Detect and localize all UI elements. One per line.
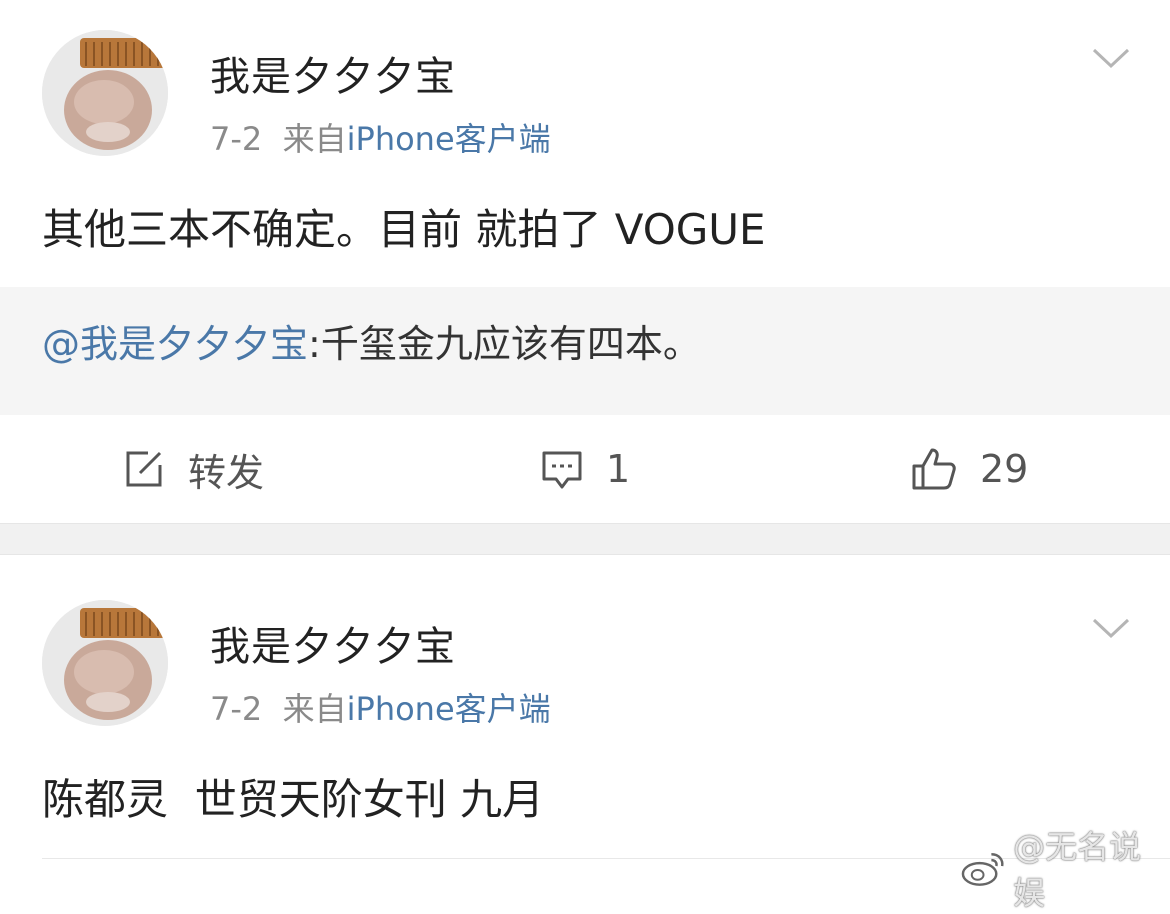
post-separator <box>0 523 1170 555</box>
post-meta: 7-2 来自iPhone客户端 <box>210 684 551 730</box>
comment-icon <box>542 451 582 489</box>
mention-link[interactable]: @我是夕夕夕宝 <box>42 322 308 366</box>
like-button[interactable]: 29 <box>910 445 1028 493</box>
post-text: 陈都灵 世贸天阶女刊 九月 <box>42 775 545 824</box>
action-bar: 转发 1 29 <box>0 415 1170 523</box>
username[interactable]: 我是夕夕夕宝 <box>210 614 456 672</box>
comment-count: 1 <box>606 447 631 491</box>
repost-body: :千玺金九应该有四本。 <box>308 322 701 366</box>
repost-icon <box>126 451 162 487</box>
post-date: 7-2 <box>210 120 263 158</box>
username[interactable]: 我是夕夕夕宝 <box>210 44 456 102</box>
watermark: @无名说娱 <box>960 822 1170 914</box>
post-source[interactable]: iPhone客户端 <box>347 690 551 728</box>
post-source[interactable]: iPhone客户端 <box>347 120 551 158</box>
post-date: 7-2 <box>210 690 263 728</box>
chevron-down-icon[interactable] <box>1090 46 1132 70</box>
chevron-down-icon[interactable] <box>1090 616 1132 640</box>
repost-label: 转发 <box>188 450 265 495</box>
repost-text: @我是夕夕夕宝:千玺金九应该有四本。 <box>42 313 701 368</box>
post-text: 其他三本不确定。目前 就拍了 VOGUE <box>42 205 766 254</box>
thumbs-up-icon <box>912 448 956 490</box>
weibo-logo-icon <box>961 853 1004 886</box>
from-label: 来自 <box>282 120 347 158</box>
watermark-text: @无名说娱 <box>1013 828 1142 912</box>
avatar[interactable] <box>42 600 168 726</box>
repost-button[interactable]: 转发 <box>122 445 264 495</box>
from-label: 来自 <box>282 690 347 728</box>
avatar[interactable] <box>42 30 168 156</box>
comment-button[interactable]: 1 <box>540 445 630 493</box>
repost-quote[interactable]: @我是夕夕夕宝:千玺金九应该有四本。 <box>0 287 1170 415</box>
post-meta: 7-2 来自iPhone客户端 <box>210 114 551 160</box>
like-count: 29 <box>980 447 1029 491</box>
weibo-post: 我是夕夕夕宝 7-2 来自iPhone客户端 其他三本不确定。目前 就拍了 VO… <box>0 0 1170 523</box>
